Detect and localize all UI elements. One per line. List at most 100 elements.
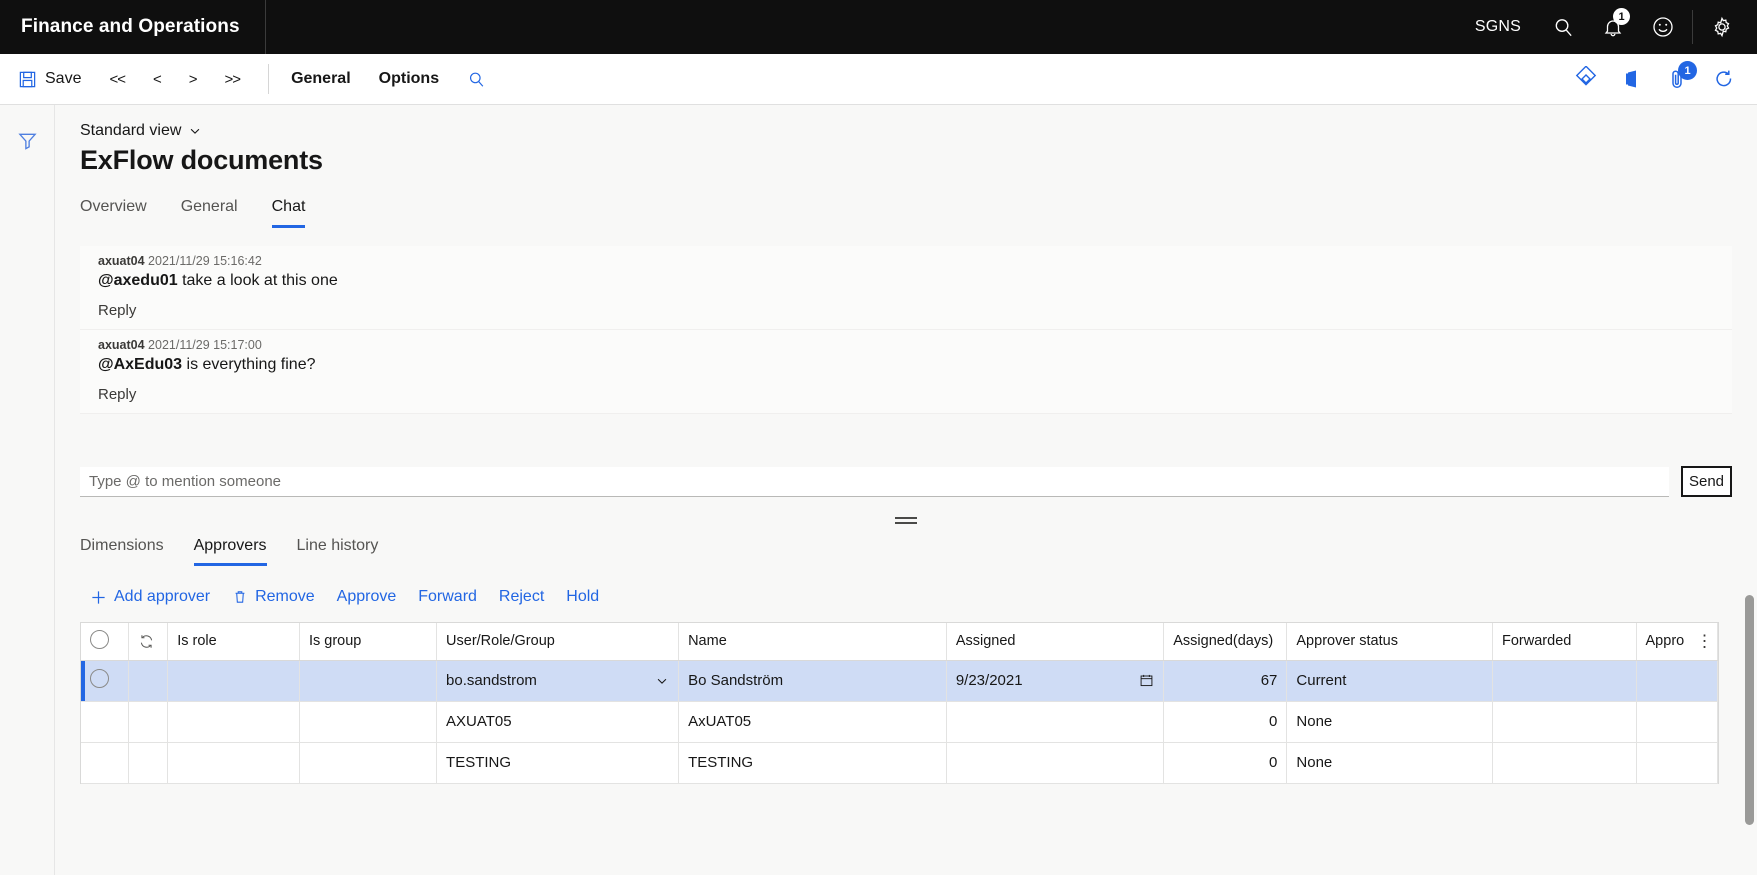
remove-button[interactable]: Remove xyxy=(232,588,315,606)
row-select-cell[interactable] xyxy=(81,660,129,702)
cell-is-group[interactable] xyxy=(299,660,438,702)
panel-splitter[interactable] xyxy=(80,505,1732,535)
chat-input[interactable] xyxy=(80,467,1669,497)
refresh-button[interactable] xyxy=(1703,58,1745,100)
tab-overview[interactable]: Overview xyxy=(80,198,147,228)
approvers-action-toolbar: Add approver Remove Approve Forward Reje… xyxy=(80,588,1757,606)
table-header: Is role Is group User/Role/Group Name As… xyxy=(81,623,1718,661)
chat-reply-link[interactable]: Reply xyxy=(80,378,1732,414)
settings-button[interactable] xyxy=(1697,0,1747,54)
cell-is-role[interactable] xyxy=(167,701,300,743)
chat-message-meta: axuat04 2021/11/29 15:17:00 xyxy=(98,338,1714,352)
cell-name[interactable]: AxUAT05 xyxy=(678,701,947,743)
view-selector[interactable]: Standard view xyxy=(80,122,202,140)
chat-composer-row: Send xyxy=(80,466,1732,497)
refresh-icon xyxy=(138,633,159,650)
vertical-scrollbar-thumb[interactable] xyxy=(1745,595,1754,825)
cell-assigned-days[interactable]: 0 xyxy=(1163,742,1288,784)
column-user-role-group[interactable]: User/Role/Group xyxy=(436,623,680,661)
row-select-cell[interactable] xyxy=(81,701,129,743)
notifications-badge: 1 xyxy=(1613,8,1630,25)
cell-name[interactable]: TESTING xyxy=(678,742,947,784)
cell-approver-status[interactable]: None xyxy=(1286,701,1494,743)
column-forwarded[interactable]: Forwarded xyxy=(1492,623,1637,661)
column-is-role[interactable]: Is role xyxy=(167,623,300,661)
cell-forwarded[interactable] xyxy=(1492,742,1637,784)
column-approver-status[interactable]: Approver status xyxy=(1286,623,1494,661)
cell-appr[interactable] xyxy=(1636,660,1718,702)
nav-last-button[interactable]: >> xyxy=(211,65,255,94)
main-tabstrip: Overview General Chat xyxy=(80,198,1757,228)
column-assigned-days[interactable]: Assigned(days) xyxy=(1163,623,1288,661)
attachments-button[interactable]: 1 xyxy=(1657,58,1699,100)
save-button[interactable]: Save xyxy=(0,62,95,96)
cell-forwarded[interactable] xyxy=(1492,660,1637,702)
cell-forwarded[interactable] xyxy=(1492,701,1637,743)
column-assigned[interactable]: Assigned xyxy=(946,623,1165,661)
approve-button[interactable]: Approve xyxy=(337,588,397,606)
cell-user[interactable]: bo.sandstrom xyxy=(436,660,680,702)
cell-is-role[interactable] xyxy=(167,742,300,784)
hold-button[interactable]: Hold xyxy=(566,588,599,606)
column-select-all[interactable] xyxy=(81,623,129,661)
feedback-button[interactable] xyxy=(1638,0,1688,54)
search-icon xyxy=(467,70,486,89)
add-approver-button[interactable]: Add approver xyxy=(90,588,210,606)
left-rail xyxy=(0,105,55,875)
row-select-cell[interactable] xyxy=(81,742,129,784)
cell-is-role[interactable] xyxy=(167,660,300,702)
reject-button[interactable]: Reject xyxy=(499,588,544,606)
calendar-icon[interactable] xyxy=(1139,673,1154,688)
column-options-icon[interactable]: ⋮ xyxy=(1696,633,1713,650)
cell-assigned[interactable] xyxy=(946,701,1165,743)
table-row[interactable]: bo.sandstrom Bo Sandström 9/23/2021 67 C… xyxy=(81,660,1718,702)
global-search-button[interactable] xyxy=(1538,0,1588,54)
table-row[interactable]: AXUAT05 AxUAT05 0 None xyxy=(81,701,1718,743)
cell-appr[interactable] xyxy=(1636,742,1718,784)
tab-approvers[interactable]: Approvers xyxy=(193,537,267,566)
chat-author: axuat04 xyxy=(98,254,145,268)
chat-mention: @AxEdu03 xyxy=(98,356,183,373)
tab-general[interactable]: General xyxy=(181,198,238,228)
nav-next-button[interactable]: > xyxy=(175,65,211,94)
office-app-button[interactable] xyxy=(1611,58,1653,100)
tab-options[interactable]: Options xyxy=(365,62,453,96)
column-is-group[interactable]: Is group xyxy=(299,623,438,661)
notifications-button[interactable]: 1 xyxy=(1588,0,1638,54)
company-selector[interactable]: SGNS xyxy=(1458,18,1538,36)
cell-is-group[interactable] xyxy=(299,742,438,784)
cell-assigned[interactable] xyxy=(946,742,1165,784)
column-refresh[interactable] xyxy=(128,623,169,661)
cell-user[interactable]: AXUAT05 xyxy=(436,701,680,743)
vertical-scrollbar[interactable] xyxy=(1742,105,1757,875)
send-button[interactable]: Send xyxy=(1681,466,1732,497)
tab-line-history[interactable]: Line history xyxy=(297,537,379,566)
command-search-button[interactable] xyxy=(453,70,500,89)
table-row[interactable]: TESTING TESTING 0 None xyxy=(81,742,1718,784)
chat-text: take a look at this one xyxy=(177,272,338,289)
office-app-icon xyxy=(1620,67,1644,91)
chevron-down-icon[interactable] xyxy=(655,674,669,688)
tab-general[interactable]: General xyxy=(277,62,365,96)
nav-first-button[interactable]: << xyxy=(95,65,139,94)
cell-approver-status[interactable]: Current xyxy=(1286,660,1494,702)
row-select-circle-icon xyxy=(90,669,109,688)
tab-dimensions[interactable]: Dimensions xyxy=(80,537,164,566)
chat-reply-link[interactable]: Reply xyxy=(80,294,1732,330)
diamond-icon xyxy=(1573,66,1599,92)
cell-is-group[interactable] xyxy=(299,701,438,743)
forward-button[interactable]: Forward xyxy=(418,588,477,606)
column-approver-truncated[interactable]: Appro ⋮ xyxy=(1636,623,1718,661)
cell-assigned-days[interactable]: 67 xyxy=(1163,660,1288,702)
cell-assigned[interactable]: 9/23/2021 xyxy=(946,660,1165,702)
tab-chat[interactable]: Chat xyxy=(271,198,306,228)
diamond-icon-button[interactable] xyxy=(1565,58,1607,100)
nav-previous-button[interactable]: < xyxy=(139,65,175,94)
cell-name[interactable]: Bo Sandström xyxy=(678,660,947,702)
cell-user[interactable]: TESTING xyxy=(436,742,680,784)
filter-pane-button[interactable] xyxy=(10,123,44,157)
cell-approver-status[interactable]: None xyxy=(1286,742,1494,784)
cell-appr[interactable] xyxy=(1636,701,1718,743)
column-name[interactable]: Name xyxy=(678,623,947,661)
cell-assigned-days[interactable]: 0 xyxy=(1163,701,1288,743)
